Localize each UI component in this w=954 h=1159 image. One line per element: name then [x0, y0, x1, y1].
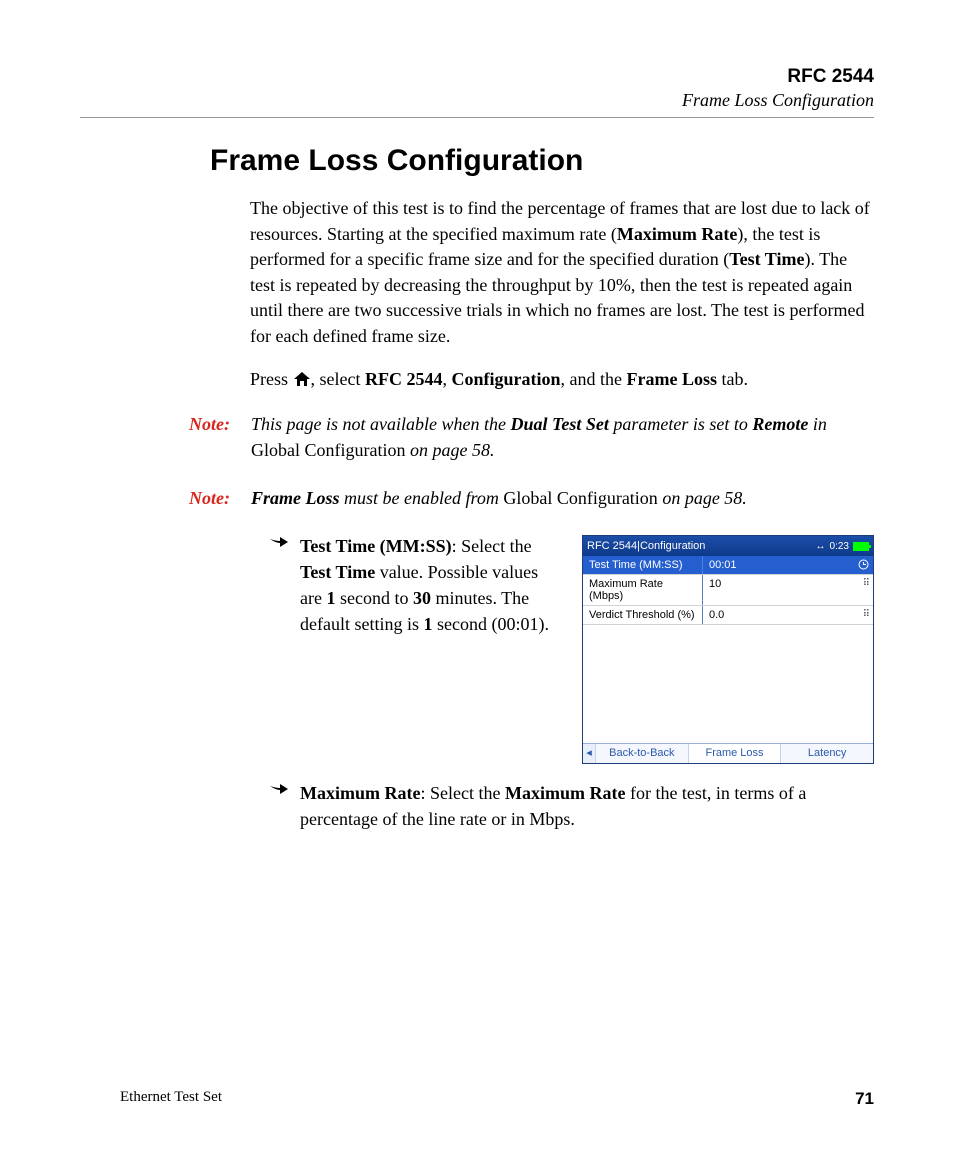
text: , — [443, 369, 452, 389]
remote-term: Remote — [752, 414, 808, 434]
device-row-label: Test Time (MM:SS) — [583, 556, 703, 574]
clock-icon — [858, 559, 869, 573]
device-row-verdict-threshold[interactable]: Verdict Threshold (%) 0.0 ⠿ — [583, 606, 873, 625]
device-tray: ↔ 0:23 — [816, 541, 869, 552]
text: on page 58. — [658, 488, 747, 508]
device-row-value: 0.0 — [709, 609, 724, 621]
note-2: Note: Frame Loss must be enabled from Gl… — [189, 485, 874, 511]
running-header: RFC 2544 Frame Loss Configuration — [80, 66, 874, 111]
device-row-label: Verdict Threshold (%) — [583, 606, 703, 624]
device-screenshot: RFC 2544|Configuration ↔ 0:23 Test Time … — [582, 535, 874, 763]
test-time-term: Test Time — [729, 249, 804, 269]
text: on page 58. — [405, 440, 494, 460]
text: in — [808, 414, 827, 434]
dual-test-set-term: Dual Test Set — [510, 414, 608, 434]
device-clock: 0:23 — [830, 541, 849, 552]
running-header-subtitle: Frame Loss Configuration — [80, 90, 874, 111]
maximum-rate-term: Maximum Rate — [505, 783, 625, 803]
configuration-term: Configuration — [452, 369, 561, 389]
device-row-test-time[interactable]: Test Time (MM:SS) 00:01 — [583, 556, 873, 575]
device-row-max-rate[interactable]: Maximum Rate (Mbps) 10 ⠿ — [583, 575, 873, 606]
text: This page is not available when the — [251, 414, 510, 434]
rfc-term: RFC 2544 — [365, 369, 443, 389]
text: tab. — [717, 369, 748, 389]
battery-icon — [853, 542, 869, 551]
link-icon: ↔ — [816, 541, 826, 552]
section-title: Frame Loss Configuration — [210, 144, 874, 178]
test-time-mmss-term: Test Time (MM:SS) — [300, 536, 452, 556]
bullet-maximum-rate: Maximum Rate: Select the Maximum Rate fo… — [270, 780, 874, 832]
note-1: Note: This page is not available when th… — [189, 411, 874, 463]
tab-latency[interactable]: Latency — [781, 744, 873, 762]
text: second (00:01). — [432, 614, 548, 634]
text: second to — [335, 588, 412, 608]
tab-frame-loss[interactable]: Frame Loss — [689, 744, 782, 762]
thirty-term: 30 — [413, 588, 431, 608]
global-config-ref: Global Configuration — [503, 488, 657, 508]
device-title-bar: RFC 2544|Configuration ↔ 0:23 — [583, 536, 873, 556]
device-row-value: 10 — [709, 578, 721, 590]
note-text: Frame Loss must be enabled from Global C… — [251, 485, 874, 511]
maximum-rate-term: Maximum Rate — [617, 224, 737, 244]
arrow-icon — [270, 533, 290, 763]
frame-loss-term: Frame Loss — [627, 369, 717, 389]
note-text: This page is not available when the Dual… — [251, 411, 874, 463]
text: Press — [250, 369, 293, 389]
press-instruction: Press , select RFC 2544, Configuration, … — [250, 367, 874, 395]
spinner-icon: ⠿ — [863, 609, 869, 620]
home-icon — [293, 369, 311, 395]
maximum-rate-term: Maximum Rate — [300, 783, 420, 803]
device-row-label: Maximum Rate (Mbps) — [583, 575, 703, 605]
global-config-ref: Global Configuration — [251, 440, 405, 460]
text: parameter is set to — [609, 414, 753, 434]
device-title: RFC 2544|Configuration — [587, 540, 705, 552]
text: , and the — [561, 369, 627, 389]
header-rule — [80, 117, 874, 118]
device-blank-area — [583, 625, 873, 743]
note-label: Note: — [189, 411, 251, 463]
frame-loss-term: Frame Loss — [251, 488, 340, 508]
spinner-icon: ⠿ — [863, 578, 869, 589]
page-footer: Ethernet Test Set 71 — [120, 1089, 874, 1109]
intro-paragraph: The objective of this test is to find th… — [250, 196, 874, 349]
tab-scroll-left[interactable]: ◂ — [583, 744, 596, 762]
arrow-icon — [270, 780, 290, 832]
text: , select — [311, 369, 365, 389]
footer-page-number: 71 — [855, 1089, 874, 1109]
test-time-term: Test Time — [300, 562, 375, 582]
tab-back-to-back[interactable]: Back-to-Back — [596, 744, 689, 762]
note-label: Note: — [189, 485, 251, 511]
device-row-value: 00:01 — [709, 559, 737, 571]
footer-product: Ethernet Test Set — [120, 1089, 222, 1109]
bullet-text: Test Time (MM:SS): Select the Test Time … — [300, 533, 558, 637]
text: must be enabled from — [340, 488, 504, 508]
bullet-text: Maximum Rate: Select the Maximum Rate fo… — [300, 780, 874, 832]
bullet-test-time: Test Time (MM:SS): Select the Test Time … — [270, 533, 874, 763]
text: : Select the — [452, 536, 532, 556]
text: : Select the — [420, 783, 504, 803]
device-tab-bar: ◂ Back-to-Back Frame Loss Latency — [583, 743, 873, 762]
running-header-title: RFC 2544 — [80, 66, 874, 88]
